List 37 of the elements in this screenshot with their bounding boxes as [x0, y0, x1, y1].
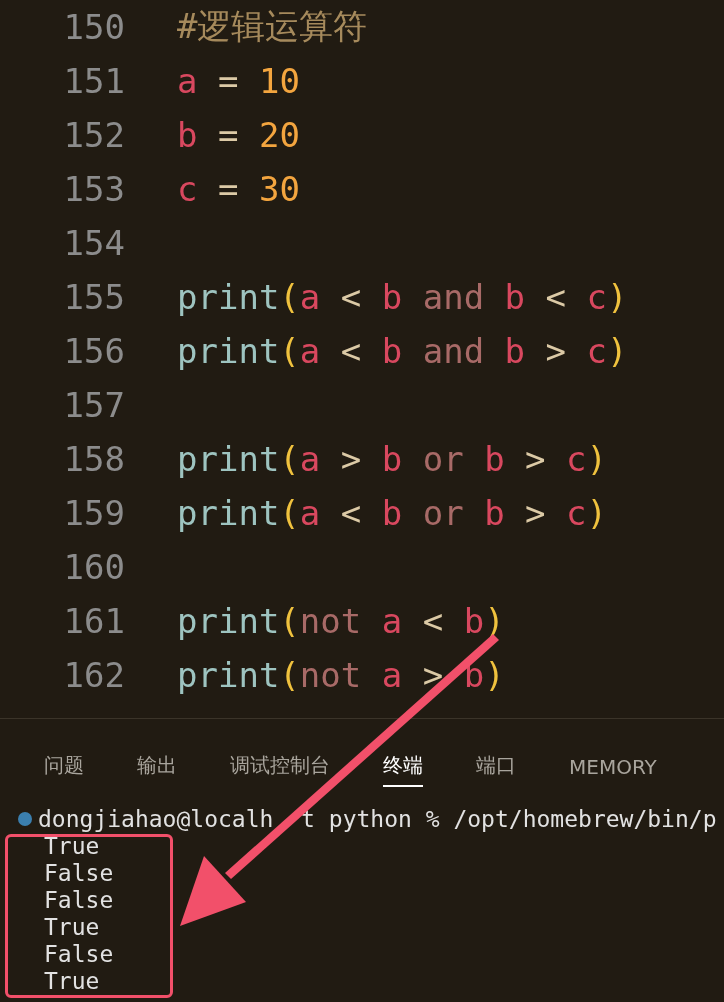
code-line: print(a < b and b < c) — [177, 277, 628, 317]
code-line: b = 20 — [177, 115, 300, 155]
terminal-output: True — [44, 968, 100, 994]
code-line: c = 30 — [177, 169, 300, 209]
line-number: 150 — [62, 7, 125, 47]
code-line: print(a > b or b > c) — [177, 439, 607, 479]
line-number: 156 — [62, 331, 125, 371]
line-number: 152 — [62, 115, 125, 155]
terminal-output: True — [44, 914, 100, 940]
line-number: 153 — [62, 169, 125, 209]
panel-tab[interactable]: MEMORY — [569, 755, 657, 787]
terminal-output: False — [44, 887, 114, 913]
line-number: 157 — [62, 385, 125, 425]
code-comment: #逻辑运算符 — [177, 5, 368, 48]
line-number: 162 — [62, 655, 125, 695]
code-line: print(not a < b) — [177, 601, 505, 641]
status-dot-icon — [18, 812, 32, 826]
panel-tab[interactable]: 问题 — [44, 752, 84, 787]
code-line: print(a < b or b > c) — [177, 493, 607, 533]
line-number: 159 — [62, 493, 125, 533]
panel-tab[interactable]: 端口 — [476, 752, 516, 787]
line-number: 160 — [62, 547, 125, 587]
line-number: 161 — [62, 601, 125, 641]
code-line: print(a < b and b > c) — [177, 331, 628, 371]
line-number: 158 — [62, 439, 125, 479]
code-line: a = 10 — [177, 61, 300, 101]
panel-tab[interactable]: 终端 — [383, 752, 423, 787]
line-number: 151 — [62, 61, 125, 101]
terminal-output: False — [44, 941, 114, 967]
terminal-command: dongjiahao@localh — [38, 806, 274, 832]
panel-tab[interactable]: 输出 — [137, 752, 177, 787]
terminal-command: t python % /opt/homebrew/bin/p — [301, 806, 717, 832]
line-number: 154 — [62, 223, 125, 263]
terminal-output: False — [44, 860, 114, 886]
line-number: 155 — [62, 277, 125, 317]
terminal-output: True — [44, 833, 100, 859]
panel-tab[interactable]: 调试控制台 — [230, 752, 330, 787]
